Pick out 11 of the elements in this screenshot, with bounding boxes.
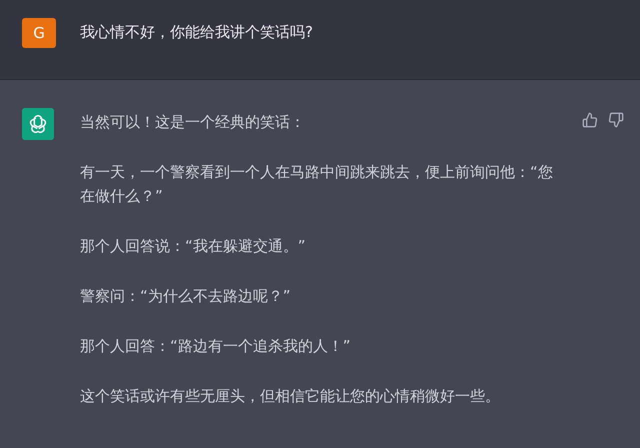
message-text: 那个人回答说：“我在躲避交通。” xyxy=(80,236,307,257)
thumbs-down-icon[interactable] xyxy=(608,112,624,128)
thumbs-up-icon[interactable] xyxy=(582,112,598,128)
message-text: 我心情不好，你能给我讲个笑话吗? xyxy=(80,22,314,43)
message-text: 当然可以！这是一个经典的笑话： xyxy=(80,112,306,133)
message-text: 警察问：“为什么不去路边呢？” xyxy=(80,286,292,307)
message-text: 这个笑话或许有些无厘头，但相信它能让您的心情稍微好一些。 xyxy=(80,386,501,407)
message-text: 那个人回答：“路边有一个追杀我的人！” xyxy=(80,336,352,357)
message-text: 有一天，一个警察看到一个人在马路中间跳来跳去，便上前询问他：“您在做什么？” xyxy=(80,162,554,207)
knot-logo-icon xyxy=(27,113,49,135)
user-avatar: G xyxy=(22,18,56,48)
